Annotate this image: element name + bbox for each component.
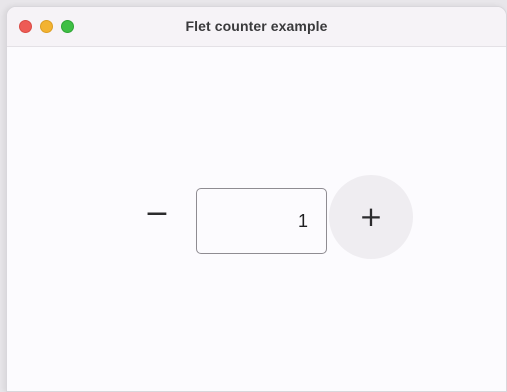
window-title: Flet counter example [185, 18, 328, 34]
increment-button[interactable]: + [329, 175, 413, 259]
title-bar[interactable]: Flet counter example [7, 7, 506, 47]
counter-value-field[interactable]: 1 [196, 188, 327, 254]
decrement-button[interactable]: − [125, 182, 189, 246]
minus-icon: − [144, 196, 170, 231]
counter-value: 1 [297, 210, 308, 231]
counter-area: − 1 + [7, 47, 506, 391]
plus-icon: + [359, 200, 383, 233]
app-window: Flet counter example − 1 + [6, 6, 507, 392]
